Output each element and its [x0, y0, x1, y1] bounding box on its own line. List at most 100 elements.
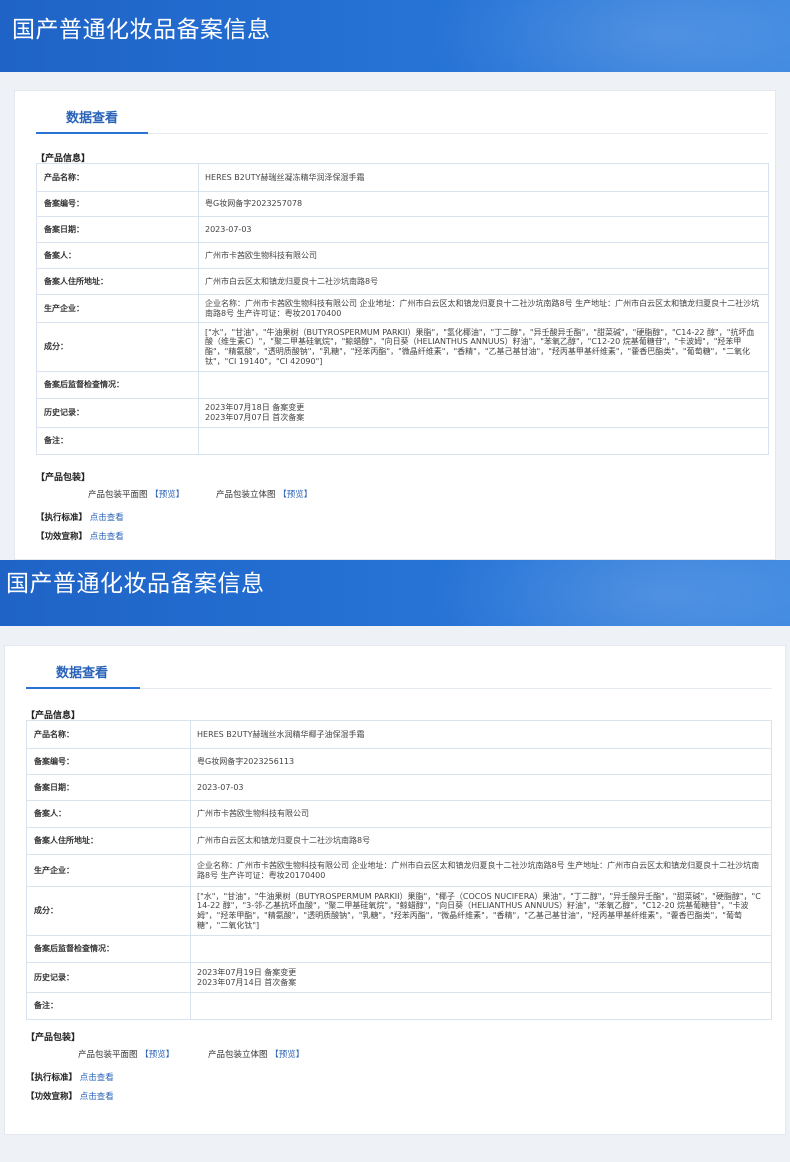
row-value: 企业名称：广州市卡茜欧生物科技有限公司 企业地址：广州市白云区太和镇龙归夏良十二… — [198, 294, 769, 323]
row-value: 广州市卡茜欧生物科技有限公司 — [190, 800, 772, 828]
row-value: 广州市白云区太和镇龙归夏良十二社沙坑南路8号 — [190, 827, 772, 855]
table-row: 备案编号： 粤G妆网备字2023257078 — [36, 191, 769, 217]
packaging-flat-preview-link[interactable]: 【预览】 — [150, 490, 184, 500]
standard-view-link[interactable]: 点击查看 — [80, 1073, 114, 1083]
efficacy-header: 【功效宣称】 — [26, 1092, 78, 1102]
efficacy-view-link[interactable]: 点击查看 — [90, 532, 124, 542]
tab-divider — [148, 133, 768, 134]
packaging-header: 【产品包装】 — [26, 1033, 81, 1043]
efficacy-header: 【功效宣称】 — [36, 532, 88, 542]
product-info-table: 产品名称： HERES B2UTY赫瑞丝凝冻精华润泽保湿手霜 备案编号： 粤G妆网备… — [36, 163, 769, 455]
table-row: 备注： — [36, 427, 769, 455]
page-title: 国产普通化妆品备案信息 — [6, 571, 265, 597]
row-value: 企业名称：广州市卡茜欧生物科技有限公司 企业地址：广州市白云区太和镇龙归夏良十二… — [190, 854, 772, 887]
table-row: 产品名称： HERES B2UTY赫瑞丝凝冻精华润泽保湿手霜 — [36, 163, 769, 192]
row-value: 广州市卡茜欧生物科技有限公司 — [198, 242, 769, 269]
row-value: HERES B2UTY赫瑞丝凝冻精华润泽保湿手霜 — [198, 163, 769, 192]
packaging-solid: 产品包装立体图 【预览】 — [208, 1048, 304, 1060]
packaging-flat: 产品包装平面图 【预览】 — [78, 1048, 174, 1060]
tab-active-indicator — [36, 132, 148, 134]
row-value: 2023年07月19日 备案变更 2023年07月14日 首次备案 — [190, 962, 772, 993]
row-value: ["水"，"甘油"，"牛油果树（BUTYROSPERMUM PARKII）果脂"… — [190, 886, 772, 936]
table-row: 备案后监督检查情况： — [26, 935, 772, 963]
row-value: 广州市白云区太和镇龙归夏良十二社沙坑南路8号 — [198, 268, 769, 295]
row-label: 备案日期： — [36, 216, 199, 243]
row-value — [198, 427, 769, 455]
packaging-solid-label: 产品包装立体图 — [216, 490, 276, 500]
row-label: 成分： — [36, 322, 199, 372]
tab-active-indicator — [26, 687, 140, 689]
product-info-table: 产品名称： HERES B2UTY赫瑞丝水润精华椰子油保湿手霜 备案编号： 粤G妆网… — [26, 720, 772, 1020]
row-label: 备案人： — [26, 800, 191, 828]
tab-data-view[interactable]: 数据查看 — [66, 107, 118, 126]
row-label: 备案编号： — [36, 191, 199, 217]
table-row: 备案人住所地址： 广州市白云区太和镇龙归夏良十二社沙坑南路8号 — [36, 268, 769, 295]
packaging-header: 【产品包装】 — [36, 473, 91, 483]
packaging-flat-label: 产品包装平面图 — [78, 1050, 138, 1060]
table-row: 备案编号： 粤G妆网备字2023256113 — [26, 748, 772, 775]
row-value: ["水"，"甘油"，"牛油果树（BUTYROSPERMUM PARKII）果脂"… — [198, 322, 769, 372]
table-row: 成分： ["水"，"甘油"，"牛油果树（BUTYROSPERMUM PARKII）… — [26, 886, 772, 936]
efficacy-row: 【功效宣称】 点击查看 — [36, 530, 124, 542]
page-title: 国产普通化妆品备案信息 — [12, 17, 271, 43]
row-label: 生产企业： — [26, 854, 191, 887]
row-label: 备案人： — [36, 242, 199, 269]
row-label: 备案人住所地址： — [36, 268, 199, 295]
row-value: 粤G妆网备字2023256113 — [190, 748, 772, 775]
tab-data-view[interactable]: 数据查看 — [56, 662, 108, 681]
packaging-solid: 产品包装立体图 【预览】 — [216, 488, 312, 500]
row-value — [190, 935, 772, 963]
tab-divider — [140, 688, 772, 689]
record-panel-1: 国产普通化妆品备案信息 数据查看 【产品信息】 产品名称： HERES B2UTY… — [0, 0, 790, 560]
row-label: 备案编号： — [26, 748, 191, 775]
packaging-flat-label: 产品包装平面图 — [88, 490, 148, 500]
packaging-flat-preview-link[interactable]: 【预览】 — [140, 1050, 174, 1060]
packaging-solid-preview-link[interactable]: 【预览】 — [270, 1050, 304, 1060]
efficacy-row: 【功效宣称】 点击查看 — [26, 1090, 114, 1102]
table-row: 成分： ["水"，"甘油"，"牛油果树（BUTYROSPERMUM PARKII）… — [36, 322, 769, 372]
table-row: 产品名称： HERES B2UTY赫瑞丝水润精华椰子油保湿手霜 — [26, 720, 772, 749]
table-row: 备案日期： 2023-07-03 — [36, 216, 769, 243]
row-label: 产品名称： — [26, 720, 191, 749]
packaging-solid-preview-link[interactable]: 【预览】 — [278, 490, 312, 500]
row-value — [198, 371, 769, 399]
efficacy-view-link[interactable]: 点击查看 — [80, 1092, 114, 1102]
row-label: 生产企业： — [36, 294, 199, 323]
row-label: 备案人住所地址： — [26, 827, 191, 855]
row-label: 历史记录： — [36, 398, 199, 428]
table-row: 历史记录： 2023年07月19日 备案变更 2023年07月14日 首次备案 — [26, 962, 772, 993]
standard-row: 【执行标准】 点击查看 — [36, 511, 124, 523]
standard-header: 【执行标准】 — [26, 1073, 78, 1083]
packaging-solid-label: 产品包装立体图 — [208, 1050, 268, 1060]
table-row: 生产企业： 企业名称：广州市卡茜欧生物科技有限公司 企业地址：广州市白云区太和镇龙… — [36, 294, 769, 323]
row-value — [190, 992, 772, 1020]
row-label: 备案后监督检查情况： — [36, 371, 199, 399]
row-label: 备案后监督检查情况： — [26, 935, 191, 963]
row-label: 历史记录： — [26, 962, 191, 993]
row-label: 备注： — [26, 992, 191, 1020]
standard-row: 【执行标准】 点击查看 — [26, 1071, 114, 1083]
standard-header: 【执行标准】 — [36, 513, 88, 523]
record-panel-2: 国产普通化妆品备案信息 数据查看 【产品信息】 产品名称： HERES B2UTY… — [0, 560, 790, 1162]
row-value: 粤G妆网备字2023257078 — [198, 191, 769, 217]
packaging-flat: 产品包装平面图 【预览】 — [88, 488, 184, 500]
row-label: 备案日期： — [26, 774, 191, 801]
table-row: 备案人住所地址： 广州市白云区太和镇龙归夏良十二社沙坑南路8号 — [26, 827, 772, 855]
row-value: 2023-07-03 — [190, 774, 772, 801]
row-value: HERES B2UTY赫瑞丝水润精华椰子油保湿手霜 — [190, 720, 772, 749]
table-row: 备案人： 广州市卡茜欧生物科技有限公司 — [26, 800, 772, 828]
row-label: 备注： — [36, 427, 199, 455]
table-row: 历史记录： 2023年07月18日 备案变更 2023年07月07日 首次备案 — [36, 398, 769, 428]
page-banner: 国产普通化妆品备案信息 — [0, 0, 790, 72]
row-label: 成分： — [26, 886, 191, 936]
table-row: 备案后监督检查情况： — [36, 371, 769, 399]
table-row: 备案人： 广州市卡茜欧生物科技有限公司 — [36, 242, 769, 269]
table-row: 备案日期： 2023-07-03 — [26, 774, 772, 801]
table-row: 生产企业： 企业名称：广州市卡茜欧生物科技有限公司 企业地址：广州市白云区太和镇龙… — [26, 854, 772, 887]
page-banner: 国产普通化妆品备案信息 — [0, 560, 790, 626]
table-row: 备注： — [26, 992, 772, 1020]
row-value: 2023-07-03 — [198, 216, 769, 243]
standard-view-link[interactable]: 点击查看 — [90, 513, 124, 523]
row-label: 产品名称： — [36, 163, 199, 192]
row-value: 2023年07月18日 备案变更 2023年07月07日 首次备案 — [198, 398, 769, 428]
